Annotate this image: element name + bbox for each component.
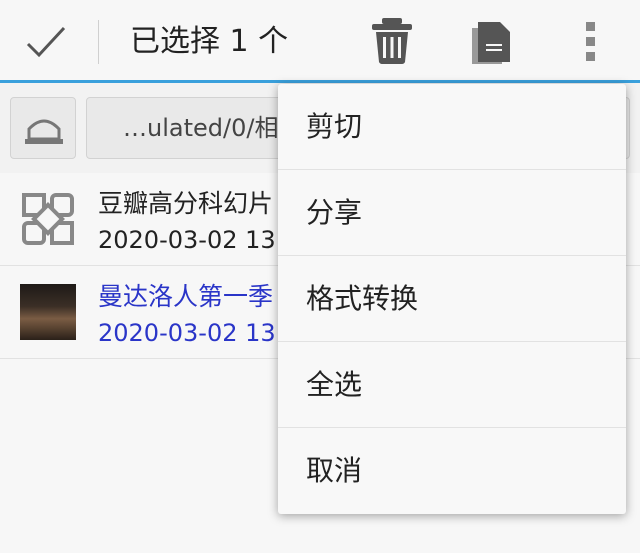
menu-item-cut[interactable]: 剪切 xyxy=(278,84,626,170)
file-name: 豆瓣高分科幻片 xyxy=(98,189,274,218)
menu-item-share[interactable]: 分享 xyxy=(278,170,626,256)
folder-grid-icon xyxy=(20,191,76,247)
file-date: 2020-03-02 13 xyxy=(98,319,276,347)
delete-icon[interactable] xyxy=(368,16,416,66)
document-info-icon[interactable] xyxy=(470,18,514,66)
menu-item-select-all[interactable]: 全选 xyxy=(278,342,626,428)
selection-count-title: 已选择 1 个 xyxy=(130,24,289,59)
menu-item-convert-format[interactable]: 格式转换 xyxy=(278,256,626,342)
home-button[interactable] xyxy=(10,97,76,159)
confirm-check-icon[interactable] xyxy=(22,20,72,64)
video-thumbnail xyxy=(20,284,76,340)
overflow-menu: 剪切 分享 格式转换 全选 取消 xyxy=(278,84,626,514)
action-bar: 已选择 1 个 xyxy=(0,0,640,83)
more-options-icon[interactable] xyxy=(576,18,606,64)
file-date: 2020-03-02 13 xyxy=(98,226,276,254)
file-name: 曼达洛人第一季 xyxy=(98,282,274,311)
toolbar-divider xyxy=(98,20,99,64)
home-icon xyxy=(25,119,63,144)
menu-item-cancel[interactable]: 取消 xyxy=(278,428,626,514)
